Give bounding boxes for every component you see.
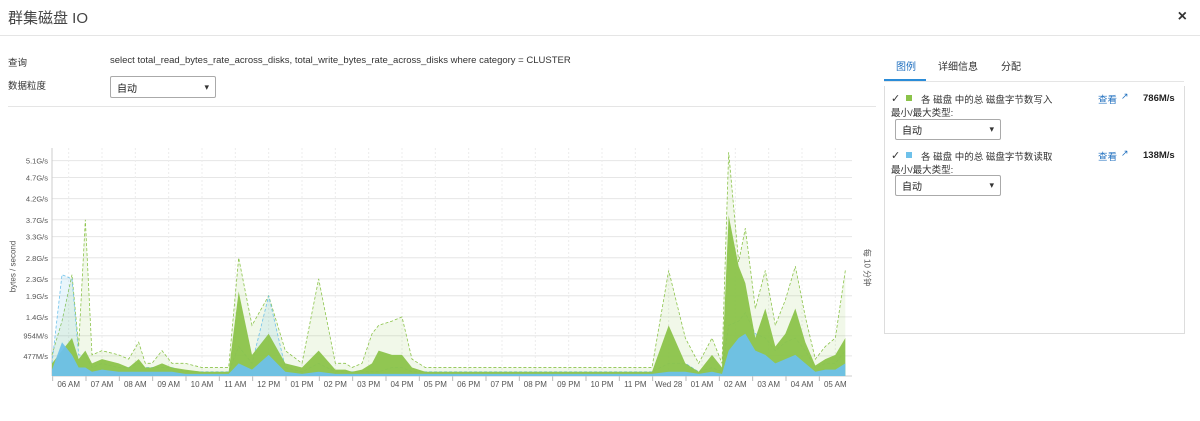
y-tick-label: 3.3G/s bbox=[26, 233, 48, 242]
x-tick-label: 05 PM bbox=[424, 380, 447, 389]
check-icon[interactable]: ✓ bbox=[891, 149, 900, 162]
y-axis-label: bytes / second bbox=[8, 240, 18, 293]
minmax-select[interactable]: 自动 ▾ bbox=[895, 175, 1001, 196]
x-tick-label: 01 PM bbox=[290, 380, 313, 389]
minmax-label: 最小/最大类型: bbox=[891, 108, 954, 119]
secondary-axis-label: 每 10 分钟 bbox=[862, 248, 872, 287]
tab-distribution[interactable]: 分配 bbox=[1001, 58, 1021, 73]
y-tick-label: 1.4G/s bbox=[26, 313, 48, 322]
x-tick-label: 06 PM bbox=[457, 380, 480, 389]
x-tick-label: 08 PM bbox=[524, 380, 547, 389]
x-tick-label: 03 PM bbox=[357, 380, 380, 389]
x-tick-label: 08 AM bbox=[124, 380, 147, 389]
y-tick-label: 5.1G/s bbox=[26, 157, 48, 166]
disk-io-chart: 477M/s 954M/s 1.4G/s 1.9G/s 2.3G/s 2.8G/s 3.3G… bbox=[23, 148, 852, 389]
x-tick-label: 02 PM bbox=[324, 380, 347, 389]
y-tick-label: 4.2G/s bbox=[26, 195, 48, 204]
dialog-title: 群集磁盘 IO bbox=[8, 10, 89, 27]
x-tick-label: 11 PM bbox=[624, 380, 647, 389]
x-tick-label: 04 AM bbox=[791, 380, 814, 389]
minmax-select[interactable]: 自动 ▾ bbox=[895, 119, 1001, 140]
minmax-label: 最小/最大类型: bbox=[891, 165, 954, 176]
chevron-down-icon: ▾ bbox=[204, 81, 209, 92]
series-value: 138M/s bbox=[1143, 150, 1175, 161]
x-tick-label: 05 AM bbox=[824, 380, 847, 389]
y-tick-label: 1.9G/s bbox=[26, 292, 48, 301]
y-tick-label: 3.7G/s bbox=[26, 216, 48, 225]
x-tick-label: 04 PM bbox=[390, 380, 413, 389]
minmax-value: 自动 bbox=[902, 182, 922, 193]
y-tick-label: 2.3G/s bbox=[26, 275, 48, 284]
x-tick-label: 10 PM bbox=[590, 380, 613, 389]
side-tabs: 图例 详细信息 分配 bbox=[884, 55, 1184, 82]
form-divider bbox=[8, 106, 876, 107]
x-tick-label: 06 AM bbox=[57, 380, 80, 389]
external-link-icon[interactable]: ↗ bbox=[1121, 148, 1129, 159]
query-label: 查询 bbox=[8, 58, 28, 69]
external-link-icon[interactable]: ↗ bbox=[1121, 91, 1129, 102]
y-tick-label: 2.8G/s bbox=[26, 254, 48, 263]
legend-item-write: ✓ 各 磁盘 中的总 磁盘字节数写入 查看 ↗ 786M/s 最小/最大类型: … bbox=[885, 91, 1185, 152]
minmax-value: 自动 bbox=[902, 126, 922, 137]
dialog-titlebar: 群集磁盘 IO × bbox=[0, 0, 1200, 36]
series-name: 各 磁盘 中的总 磁盘字节数读取 bbox=[921, 152, 1053, 163]
chevron-down-icon: ▾ bbox=[989, 180, 994, 190]
tab-details[interactable]: 详细信息 bbox=[938, 58, 978, 73]
close-icon[interactable]: × bbox=[1178, 8, 1187, 26]
legend-panel: ✓ 各 磁盘 中的总 磁盘字节数写入 查看 ↗ 786M/s 最小/最大类型: … bbox=[884, 86, 1185, 334]
x-tick-label: 10 AM bbox=[191, 380, 214, 389]
chevron-down-icon: ▾ bbox=[989, 124, 994, 134]
granularity-select[interactable]: 自动 ▾ bbox=[110, 76, 216, 98]
x-tick-label: 01 AM bbox=[691, 380, 714, 389]
x-tick-label: Wed 28 bbox=[655, 380, 683, 389]
x-tick-label: 11 AM bbox=[224, 380, 246, 389]
series-color-swatch bbox=[906, 152, 912, 158]
y-tick-label: 954M/s bbox=[23, 332, 48, 341]
series-value: 786M/s bbox=[1143, 93, 1175, 104]
x-tick-label: 03 AM bbox=[757, 380, 780, 389]
y-tick-label: 477M/s bbox=[23, 352, 48, 361]
legend-item-read: ✓ 各 磁盘 中的总 磁盘字节数读取 查看 ↗ 138M/s 最小/最大类型: … bbox=[885, 148, 1185, 209]
view-link[interactable]: 查看 bbox=[1098, 92, 1117, 106]
x-tick-label: 02 AM bbox=[724, 380, 747, 389]
series-name: 各 磁盘 中的总 磁盘字节数写入 bbox=[921, 95, 1053, 106]
tab-legend[interactable]: 图例 bbox=[896, 58, 916, 73]
query-text: select total_read_bytes_rate_across_disk… bbox=[110, 55, 571, 66]
y-tick-label: 4.7G/s bbox=[26, 174, 48, 183]
x-tick-label: 07 PM bbox=[490, 380, 513, 389]
x-tick-label: 12 PM bbox=[257, 380, 280, 389]
series-color-swatch bbox=[906, 95, 912, 101]
active-tab-indicator bbox=[884, 79, 926, 81]
granularity-value: 自动 bbox=[117, 83, 137, 95]
x-tick-label: 09 AM bbox=[157, 380, 180, 389]
x-tick-label: 07 AM bbox=[91, 380, 114, 389]
view-link[interactable]: 查看 bbox=[1098, 149, 1117, 163]
check-icon[interactable]: ✓ bbox=[891, 92, 900, 105]
x-tick-label: 09 PM bbox=[557, 380, 580, 389]
granularity-label: 数据粒度 bbox=[8, 81, 47, 92]
